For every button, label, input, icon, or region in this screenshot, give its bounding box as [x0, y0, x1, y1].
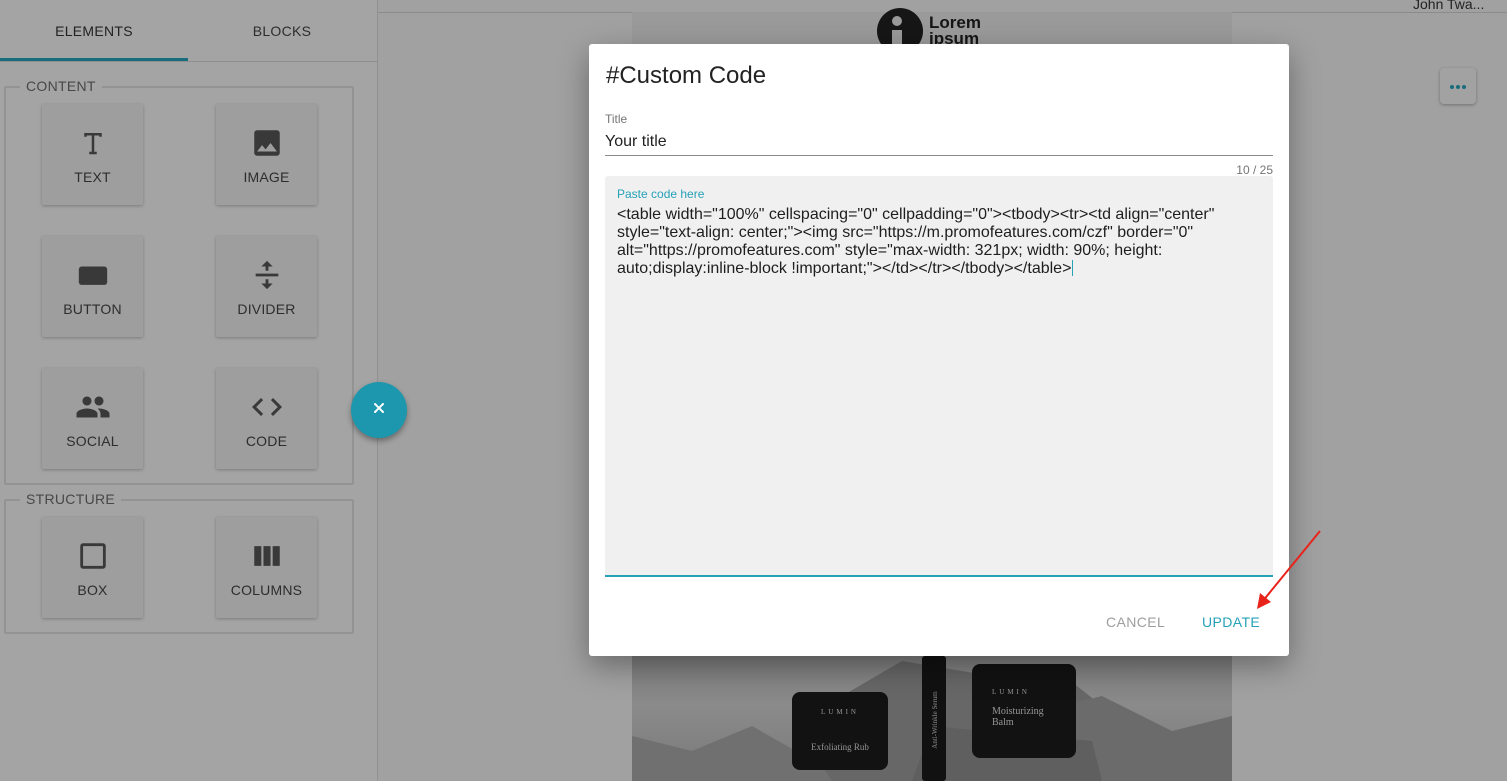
code-field-value: <table width="100%" cellspacing="0" cell… [617, 206, 1219, 277]
title-char-counter: 10 / 25 [1236, 163, 1273, 177]
text-caret [1072, 260, 1074, 276]
close-icon [372, 401, 386, 420]
code-field-label: Paste code here [617, 187, 705, 201]
update-button[interactable]: UPDATE [1194, 610, 1268, 634]
dialog-title: #Custom Code [606, 62, 767, 89]
code-textarea[interactable]: Paste code here <table width="100%" cell… [605, 176, 1273, 577]
title-field-label: Title [605, 112, 628, 126]
cancel-button[interactable]: CANCEL [1098, 610, 1173, 634]
title-input[interactable] [605, 128, 1273, 156]
close-panel-fab[interactable] [351, 382, 407, 438]
custom-code-dialog: #Custom Code Title 10 / 25 Paste code he… [589, 44, 1289, 656]
